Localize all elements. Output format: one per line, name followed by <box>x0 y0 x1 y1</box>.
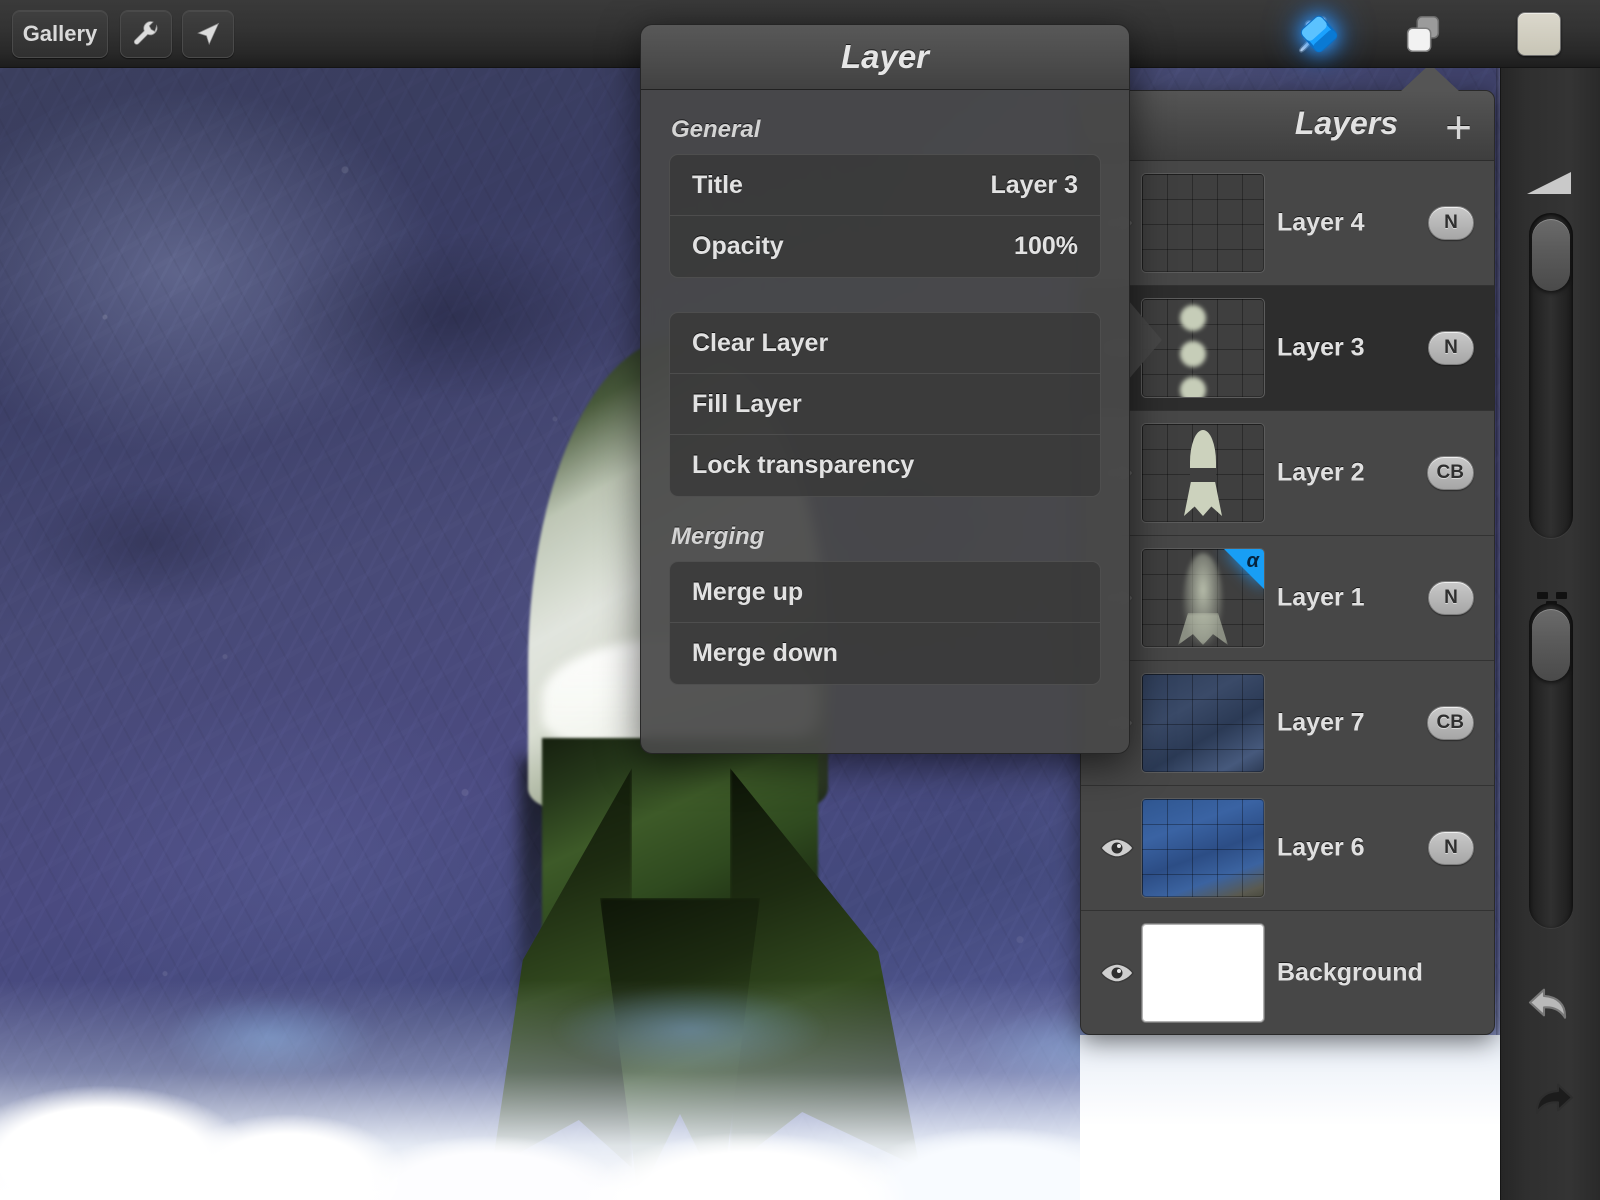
wrench-icon <box>133 21 158 45</box>
layer-thumbnail[interactable]: α <box>1141 548 1265 648</box>
layer-visibility-toggle[interactable] <box>1099 836 1135 860</box>
merge-up-label: Merge up <box>692 577 804 606</box>
layer-opacity-row[interactable]: Opacity 100% <box>670 216 1100 277</box>
clear-layer-button[interactable]: Clear Layer <box>670 313 1100 374</box>
popup-spacer <box>641 278 1129 312</box>
merge-down-button[interactable]: Merge down <box>670 623 1100 684</box>
layer-popup-header: Layer <box>641 25 1129 90</box>
transparency-grid <box>1142 674 1264 772</box>
layers-panel-header: Layers + <box>1081 91 1494 161</box>
lock-transparency-button[interactable]: Lock transparency <box>670 435 1100 496</box>
brush-size-slider-knob[interactable] <box>1532 219 1570 291</box>
layer-thumbnail[interactable] <box>1141 673 1265 773</box>
layer-name: Layer 7 <box>1277 708 1365 737</box>
alpha-lock-glyph: α <box>1246 550 1259 572</box>
layers-panel: Layers + Layer 4 N Layer 3 N Layer 2 CB … <box>1080 90 1495 1035</box>
layer-thumbnail[interactable] <box>1141 923 1265 1023</box>
transparency-grid <box>1142 174 1264 272</box>
section-heading-merging: Merging <box>671 523 765 550</box>
right-sidebar <box>1500 68 1600 1200</box>
layer-thumbnail-content <box>1182 430 1224 516</box>
procreate-app: Gallery Layers + Layer 4 N Layer 3 N Lay… <box>0 0 1600 1200</box>
layer-opacity-value: 100% <box>1014 232 1078 260</box>
layer-title-label: Title <box>692 170 743 199</box>
layers-panel-pointer <box>1400 64 1460 92</box>
brush-size-triangle-icon <box>1527 172 1571 194</box>
layer-row[interactable]: Layer 7 CB <box>1081 661 1494 786</box>
merge-down-label: Merge down <box>692 639 838 667</box>
transparency-grid <box>1142 799 1264 897</box>
layer-title-value: Layer 3 <box>990 170 1078 199</box>
merge-up-button[interactable]: Merge up <box>670 562 1100 623</box>
layers-icon <box>1406 15 1440 53</box>
layer-name: Background <box>1277 958 1423 987</box>
fill-layer-button[interactable]: Fill Layer <box>670 374 1100 435</box>
layer-visibility-toggle[interactable] <box>1099 961 1135 985</box>
redo-button[interactable] <box>1523 1073 1579 1129</box>
blend-mode-badge[interactable]: N <box>1428 206 1474 240</box>
layer-row[interactable]: α Layer 1 N <box>1081 536 1494 661</box>
layers-list: Layer 4 N Layer 3 N Layer 2 CB α Layer 1… <box>1081 161 1494 1034</box>
layer-name: Layer 4 <box>1277 208 1365 237</box>
layer-thumbnail-content <box>1180 305 1210 397</box>
gallery-button[interactable]: Gallery <box>12 10 108 58</box>
layer-actions-group: Clear Layer Fill Layer Lock transparency <box>669 312 1101 497</box>
clear-layer-label: Clear Layer <box>692 328 829 357</box>
gallery-button-label: Gallery <box>22 21 98 46</box>
transform-button[interactable] <box>182 10 234 58</box>
layer-options-popup: Layer General Title Layer 3 Opacity 100%… <box>640 24 1130 754</box>
brush-opacity-slider[interactable] <box>1529 603 1573 928</box>
eraser-tool-button[interactable] <box>1288 4 1350 64</box>
layer-row[interactable]: Background <box>1081 911 1494 1034</box>
layer-thumbnail[interactable] <box>1141 423 1265 523</box>
brush-size-slider[interactable] <box>1529 213 1573 538</box>
layer-popup-title: Layer <box>840 38 930 75</box>
layers-panel-title: Layers <box>1294 105 1398 141</box>
layer-thumbnail[interactable] <box>1141 798 1265 898</box>
actions-wrench-button[interactable] <box>120 10 172 58</box>
merging-options-group: Merge up Merge down <box>669 561 1101 685</box>
layer-opacity-label: Opacity <box>692 232 784 260</box>
layer-name: Layer 6 <box>1277 833 1365 862</box>
layer-thumbnail[interactable] <box>1141 173 1265 273</box>
layer-row[interactable]: Layer 6 N <box>1081 786 1494 911</box>
layer-title-row[interactable]: Title Layer 3 <box>670 155 1100 216</box>
blend-mode-badge[interactable]: N <box>1428 831 1474 865</box>
layer-popup-pointer <box>1128 300 1162 380</box>
layer-row[interactable]: Layer 2 CB <box>1081 411 1494 536</box>
blend-mode-badge[interactable]: N <box>1428 581 1474 615</box>
transform-arrow-icon <box>197 22 220 46</box>
color-picker-button[interactable] <box>1512 8 1566 60</box>
canvas-lower-right-area <box>1080 1035 1500 1200</box>
general-options-group: Title Layer 3 Opacity 100% <box>669 154 1101 278</box>
eraser-icon <box>1300 15 1338 53</box>
brush-opacity-slider-knob[interactable] <box>1532 609 1570 681</box>
fill-layer-label: Fill Layer <box>692 389 802 418</box>
layer-name: Layer 3 <box>1277 333 1365 362</box>
lock-transparency-label: Lock transparency <box>692 451 915 479</box>
layer-row[interactable]: Layer 4 N <box>1081 161 1494 286</box>
layer-name: Layer 1 <box>1277 583 1365 612</box>
blend-mode-badge[interactable]: CB <box>1426 706 1474 740</box>
layers-panel-button[interactable] <box>1392 4 1454 64</box>
undo-button[interactable] <box>1523 978 1579 1034</box>
color-swatch-icon <box>1517 12 1561 56</box>
section-heading-general: General <box>671 116 761 143</box>
layer-name: Layer 2 <box>1277 458 1365 487</box>
blend-mode-badge[interactable]: N <box>1428 331 1474 365</box>
add-layer-button[interactable]: + <box>1445 99 1472 155</box>
blend-mode-badge[interactable]: CB <box>1426 456 1474 490</box>
